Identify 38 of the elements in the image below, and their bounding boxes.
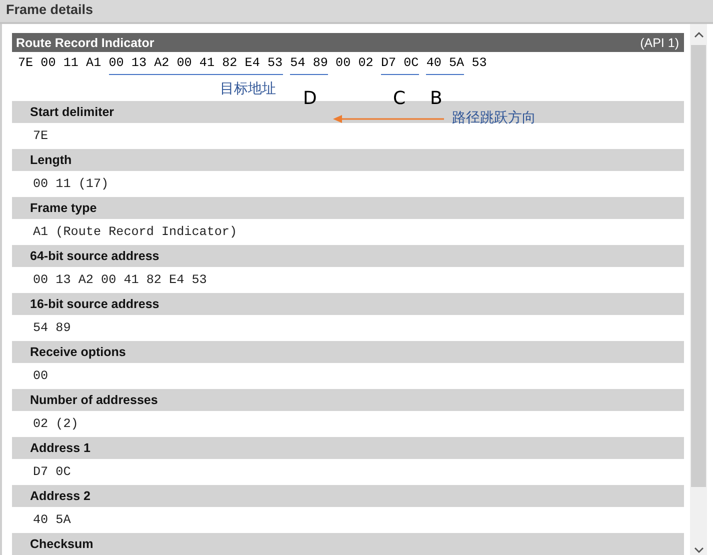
hex-bytes: 00 13 A2 00 41 82 E4 53 [108,56,283,75]
hex-bytes: D7 0C [380,56,419,75]
field-name: 64-bit source address [30,249,160,263]
hex-bytes: 00 02 [336,56,374,72]
field-name: Frame type [30,201,97,215]
field-value: 54 89 [33,321,71,335]
field-value: 00 [33,369,48,383]
field-name: Checksum [30,537,94,551]
frame-name: Route Record Indicator [16,36,154,50]
hop-label: D [303,88,317,109]
field-name: Address 1 [30,441,90,455]
field-name: Length [30,153,72,167]
field-name: Start delimiter [30,105,114,119]
scroll-up-icon[interactable] [694,32,704,38]
field-name: Receive options [30,345,126,359]
hop-label: B [430,88,442,109]
scroll-down-icon[interactable] [694,547,704,553]
field-value: 40 5A [33,513,71,527]
field-value: 7E [33,129,48,143]
scroll-thumb[interactable] [691,45,706,487]
hop-label: C [393,88,406,109]
field-value: 02 (2) [33,417,78,431]
annotation-label: 路径跳跃方向 [452,109,536,127]
hex-bytes: 40 5A [426,56,464,75]
api-label: (API 1) [640,36,679,50]
field-value: 00 13 A2 00 41 82 E4 53 [33,273,207,287]
field-value: D7 0C [33,465,71,479]
field-name: Number of addresses [30,393,158,407]
hex-bytes: 54 89 [290,56,328,75]
panel-title: Frame details [6,2,94,17]
field-name: 16-bit source address [30,297,160,311]
hex-bytes: 53 [472,56,487,72]
field-name: Address 2 [30,489,90,503]
scrollbar[interactable] [690,24,707,555]
annotation-label: 目标地址 [220,80,276,98]
hex-bytes: 7E 00 11 A1 [18,56,102,72]
field-value: 00 11 (17) [33,177,109,191]
field-value: A1 (Route Record Indicator) [33,225,238,239]
